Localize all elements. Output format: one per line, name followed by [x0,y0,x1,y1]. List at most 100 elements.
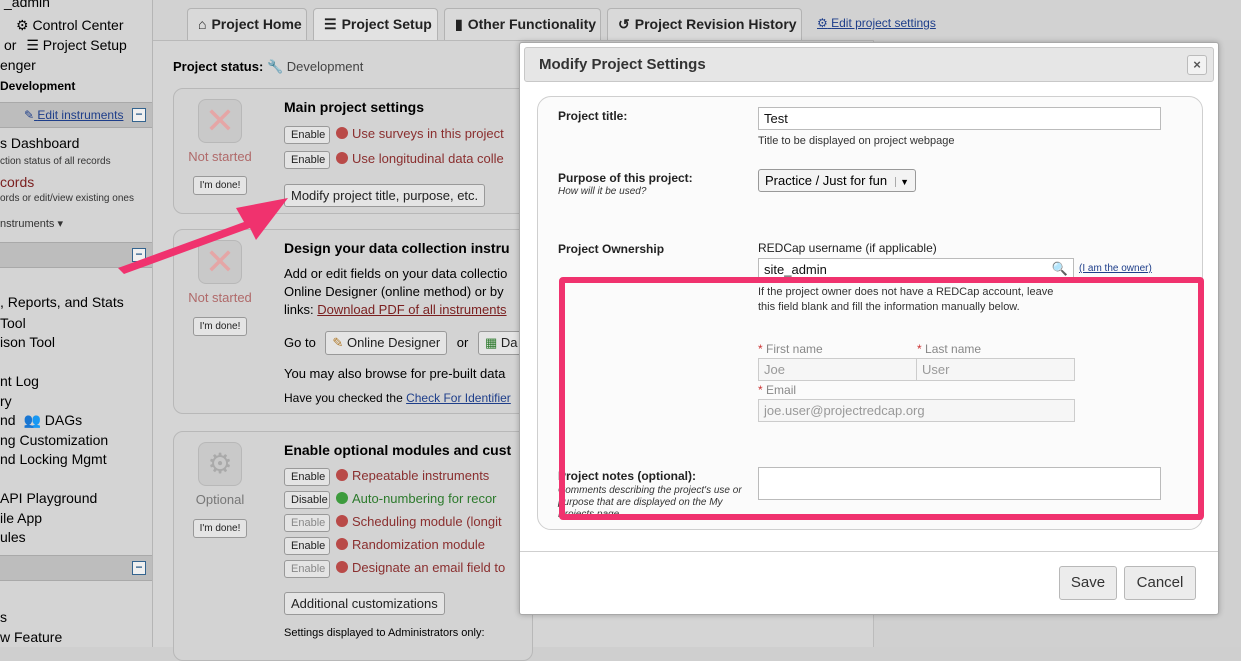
enable-surveys-button[interactable]: Enable [284,126,330,144]
sidebar-item-tool[interactable]: Tool [0,315,26,331]
tab-project-setup[interactable]: ☰ Project Setup [313,8,438,40]
sidebar-item-history[interactable]: ry [0,393,12,409]
goto-row: Go to ✎ Online Designer or ▦ Da [284,331,525,355]
enable-email-field-button[interactable]: Enable [284,560,330,578]
status-label: Optional [195,492,245,507]
enable-scheduling-button[interactable]: Enable [284,514,330,532]
scheduling-row: Enable Scheduling module (longit [284,514,502,532]
purpose-label: Purpose of this project: [558,171,693,185]
disabled-icon [336,538,348,550]
collapse-icon[interactable]: − [132,108,146,122]
browse-library-text: You may also browse for pre-built data [284,366,506,381]
sidebar-item-locking[interactable]: nd Locking Mgmt [0,451,107,467]
sidebar-item-customization[interactable]: ng Customization [0,432,108,448]
caret-down-icon: ▾ [57,218,64,230]
arrow-shape [118,198,288,274]
status-column: ✕ Not started I'm done! [174,89,266,195]
cancel-button[interactable]: Cancel [1124,566,1196,600]
row-text: Auto-numbering for recor [352,491,497,506]
or-label: or [4,37,17,53]
design-description-line: Add or edit fields on your data collecti… [284,266,508,281]
links-prefix: links: [284,302,314,317]
enable-randomization-button[interactable]: Enable [284,537,330,555]
sidebar-item-new-feature[interactable]: w Feature [0,629,62,645]
left-sidebar: _admin ⚙ Control Center or ☰ Project Set… [0,0,153,647]
modify-project-title-button[interactable]: Modify project title, purpose, etc. [284,184,486,207]
auto-numbering-row: Disable Auto-numbering for recor [284,491,497,509]
project-setup-link[interactable]: or ☰ Project Setup [4,37,127,54]
sidebar-item-modules[interactable]: ules [0,529,26,545]
pencil-icon: ✎ [24,108,35,122]
sidebar-item-comparison-tool[interactable]: ison Tool [0,334,55,350]
close-icon[interactable]: × [1187,55,1207,75]
home-icon: ⌂ [198,16,207,32]
identifiers-prefix: Have you checked the [284,391,403,405]
project-status-label: Project status: [173,59,264,74]
im-done-button[interactable]: I'm done! [192,519,248,538]
record-status-dashboard-link[interactable]: s Dashboard [0,135,79,151]
tab-project-revision-history[interactable]: ↺ Project Revision History [607,8,802,40]
check-identifiers-link[interactable]: Check For Identifier [406,391,511,405]
status-label: Not started [188,290,252,305]
search-icon[interactable]: 🔍 [1052,261,1068,277]
im-done-button[interactable]: I'm done! [192,317,248,336]
card-title: Design your data collection instru [284,240,510,256]
additional-customizations-button[interactable]: Additional customizations [284,592,445,615]
disable-auto-numbering-button[interactable]: Disable [284,491,330,509]
enabled-check-icon [336,492,348,504]
sidebar-item-help[interactable]: s [0,609,7,625]
records-description: ords or edit/view existing ones [0,193,134,204]
messenger-link[interactable]: enger [0,57,36,73]
tab-label: Project Home [211,16,302,32]
tab-other-functionality[interactable]: ▮ Other Functionality [444,8,601,40]
sidebar-item-api-playground[interactable]: API Playground [0,490,97,506]
disabled-icon [336,152,348,164]
online-designer-label: Online Designer [346,335,441,350]
disabled-icon [336,515,348,527]
control-center-link[interactable]: ⚙ Control Center [16,17,124,34]
collapse-icon[interactable]: − [132,561,146,575]
edit-instruments-link[interactable]: ✎ Edit instruments [24,108,123,122]
dashboard-description: ction status of all records [0,156,111,167]
row-text: Randomization module [352,537,485,552]
row-text: Use surveys in this project [352,126,504,141]
modify-project-settings-dialog: Modify Project Settings × Project title:… [519,42,1219,615]
tab-project-home[interactable]: ⌂ Project Home [187,8,307,40]
sidebar-item-reports[interactable]: , Reports, and Stats [0,294,124,310]
sidebar-item-users-and-dags[interactable]: nd 👥 DAGs [0,412,82,429]
tab-label: Project Setup [341,16,432,32]
sidebar-item-mobile-app[interactable]: ile App [0,510,42,526]
project-title-input[interactable]: Test [758,107,1161,130]
settings-form: Project title: Test Title to be displaye… [537,96,1204,530]
disabled-icon [336,561,348,573]
enable-longitudinal-button[interactable]: Enable [284,151,330,169]
download-pdf-link[interactable]: Download PDF of all instruments [317,302,506,317]
username-value: site_admin [764,262,827,277]
project-title-label: Project title: [558,109,628,123]
purpose-select[interactable]: Practice / Just for fun ▼ [758,169,917,192]
project-setup-label: Project Setup [42,37,127,53]
save-button[interactable]: Save [1059,566,1117,600]
or-label: or [456,335,469,350]
add-edit-records-link[interactable]: cords [0,174,34,190]
admin-settings-note: Settings displayed to Administrators onl… [284,627,485,639]
longitudinal-row: Enable Use longitudinal data colle [284,151,504,169]
chevron-down-icon: ▼ [895,177,909,187]
online-designer-button[interactable]: ✎ Online Designer [325,331,448,355]
dialog-footer: Save Cancel [520,551,1218,615]
sidebar-item-logging[interactable]: nt Log [0,373,39,389]
edit-project-settings-link[interactable]: ⚙ Edit project settings [817,16,936,30]
dialog-title-bar[interactable]: Modify Project Settings × [524,47,1214,82]
show-instruments-toggle[interactable]: nstruments ▾ [0,217,63,230]
additional-row: Additional customizations [284,592,445,615]
data-dictionary-button[interactable]: ▦ Da [477,331,525,355]
project-status-value: Development [286,59,364,74]
username-label: _admin [4,0,50,10]
status-label: Not started [188,149,252,164]
identifiers-check-row: Have you checked the Check For Identifie… [284,391,511,405]
designer-icon: ✎ [332,335,344,350]
enable-repeatable-button[interactable]: Enable [284,468,330,486]
i-am-the-owner-link[interactable]: (I am the owner) [1079,263,1152,274]
wrench-icon: 🔧 [266,59,284,74]
optional-modules-card: ⚙ Optional I'm done! Enable optional mod… [173,431,533,661]
